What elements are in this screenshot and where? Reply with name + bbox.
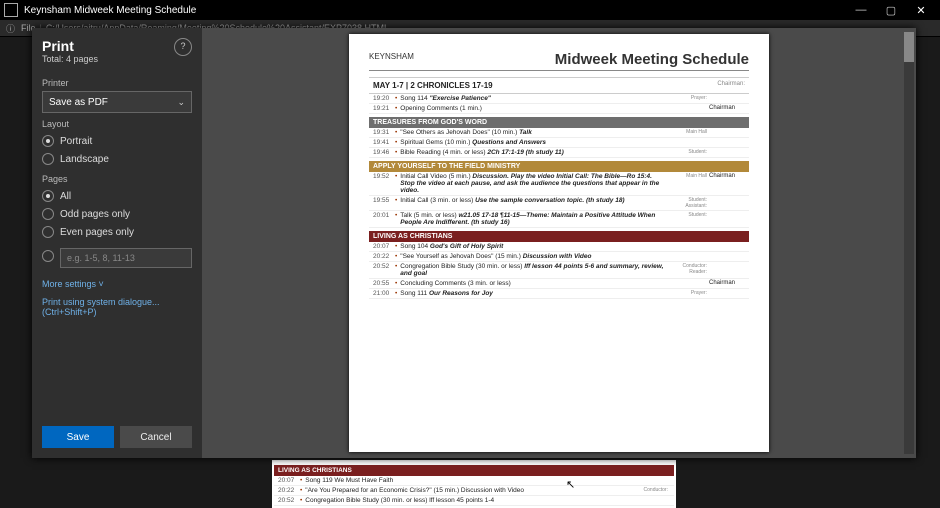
section-living: LIVING AS CHRISTIANS (369, 231, 749, 242)
pages-all-radio[interactable]: All (42, 190, 192, 202)
layout-portrait-radio[interactable]: Portrait (42, 135, 192, 147)
window-titlebar: Keynsham Midweek Meeting Schedule — ▢ ✕ (0, 0, 940, 20)
schedule-row: 20:55•Concluding Comments (3 min. or les… (369, 279, 749, 289)
printer-value: Save as PDF (49, 97, 108, 108)
print-dialog: ? Print Total: 4 pages Printer Save as P… (32, 28, 916, 458)
schedule-row: 20:01•Talk (5 min. or less) w21.05 17-18… (369, 211, 749, 228)
pages-custom-radio[interactable]: e.g. 1-5, 8, 11-13 (42, 244, 192, 268)
schedule-row: 20:07•Song 104 God's Gift of Holy Spirit (369, 242, 749, 252)
schedule-row: 19:20•Song 114 "Exercise Patience"Prayer… (369, 94, 749, 104)
maximize-button[interactable]: ▢ (876, 4, 906, 17)
layout-landscape-radio[interactable]: Landscape (42, 153, 192, 165)
close-button[interactable]: ✕ (906, 4, 936, 17)
cancel-button[interactable]: Cancel (120, 426, 192, 448)
schedule-row: 19:21•Opening Comments (1 min.)Chairman (369, 104, 749, 114)
preview-scrollbar[interactable] (904, 32, 914, 454)
schedule-row: 20:52•Congregation Bible Study (30 min. … (369, 262, 749, 279)
help-icon[interactable]: ? (174, 38, 192, 56)
pages-custom-input[interactable]: e.g. 1-5, 8, 11-13 (60, 248, 192, 268)
section-treasures: TREASURES FROM GOD'S WORD (369, 117, 749, 128)
mouse-cursor: ↖ (566, 478, 575, 491)
schedule-row: 21:00•Song 111 Our Reasons for JoyPrayer… (369, 289, 749, 299)
bg-section-living: LIVING AS CHRISTIANS (274, 465, 674, 476)
schedule-row: 19:41•Spiritual Gems (10 min.) Questions… (369, 138, 749, 148)
info-icon[interactable]: ⓘ (6, 22, 15, 35)
schedule-row: 19:52•Initial Call Video (5 min.) Discus… (369, 172, 749, 196)
section-apply: APPLY YOURSELF TO THE FIELD MINISTRY (369, 161, 749, 172)
more-settings-link[interactable]: More settings ˅ (42, 279, 192, 289)
week-header: MAY 1-7 | 2 CHRONICLES 17-19 Chairman: (369, 77, 749, 94)
chevron-down-icon: ⌄ (177, 97, 185, 108)
print-preview-area: KEYNSHAM Midweek Meeting Schedule MAY 1-… (202, 28, 916, 458)
layout-label: Layout (42, 119, 192, 129)
schedule-row: 20:22•"See Yourself as Jehovah Does" (15… (369, 252, 749, 262)
schedule-title: Midweek Meeting Schedule (369, 51, 749, 71)
print-title: Print (42, 38, 192, 54)
pages-label: Pages (42, 174, 192, 184)
pages-even-radio[interactable]: Even pages only (42, 226, 192, 238)
pages-odd-radio[interactable]: Odd pages only (42, 208, 192, 220)
schedule-row: 19:46•Bible Reading (4 min. or less) 2Ch… (369, 148, 749, 158)
background-page-fragment: LIVING AS CHRISTIANS 20:07•Song 119 We M… (272, 460, 676, 508)
print-settings-panel: ? Print Total: 4 pages Printer Save as P… (32, 28, 202, 458)
system-dialog-link[interactable]: Print using system dialogue... (Ctrl+Shi… (42, 297, 192, 317)
save-button[interactable]: Save (42, 426, 114, 448)
printer-label: Printer (42, 78, 192, 88)
minimize-button[interactable]: — (846, 4, 876, 16)
scrollbar-thumb[interactable] (904, 32, 914, 62)
schedule-row: 19:31•"See Others as Jehovah Does" (10 m… (369, 128, 749, 138)
preview-page-1: KEYNSHAM Midweek Meeting Schedule MAY 1-… (349, 34, 769, 452)
printer-select[interactable]: Save as PDF ⌄ (42, 91, 192, 113)
window-title: Keynsham Midweek Meeting Schedule (24, 5, 196, 16)
app-icon (4, 3, 18, 17)
schedule-row: 19:55•Initial Call (3 min. or less) Use … (369, 196, 749, 211)
page-total: Total: 4 pages (42, 54, 192, 64)
